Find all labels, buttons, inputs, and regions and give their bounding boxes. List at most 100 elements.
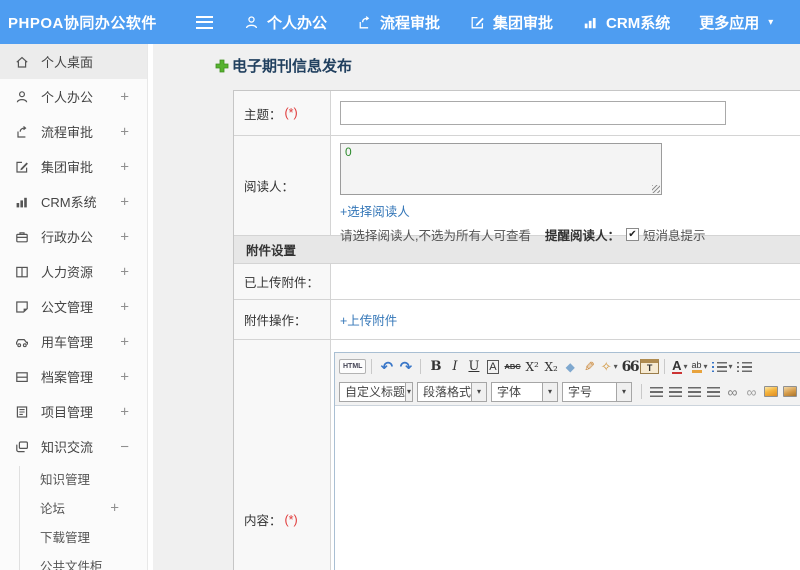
sidebar-subitem-2[interactable]: 论坛 + — [0, 493, 147, 522]
quick-format-button[interactable]: ✧ ▾ — [599, 357, 620, 377]
sms-checkbox[interactable]: ✔ — [626, 228, 639, 241]
nav-item-label: CRM系统 — [606, 14, 671, 32]
nav-item-5[interactable]: 更多应用 ▾ — [699, 12, 773, 33]
expand-plus-icon[interactable]: + — [120, 158, 129, 175]
align-right-button[interactable] — [685, 382, 704, 402]
expand-plus-icon[interactable]: + — [120, 123, 129, 140]
car-icon — [14, 334, 30, 350]
nav-item-2[interactable]: 流程审批 — [356, 12, 440, 33]
format-painter-icon: ✎ — [583, 358, 595, 374]
person-icon — [243, 14, 260, 31]
sidebar-item-12[interactable]: 知识交流 − — [0, 429, 147, 464]
upload-attachment-link[interactable]: +上传附件 — [340, 310, 800, 329]
sidebar-item-7[interactable]: 人力资源 + — [0, 254, 147, 289]
home-icon — [14, 54, 30, 70]
format-painter-button[interactable]: ✎ — [580, 357, 599, 377]
readers-textarea[interactable]: 0 — [340, 143, 662, 195]
process-icon — [356, 14, 373, 31]
expand-plus-icon[interactable]: + — [110, 499, 119, 516]
blockquote-button[interactable]: 66 — [620, 357, 640, 377]
uploaded-attachments-label: 已上传附件： — [234, 264, 331, 299]
sidebar-item-11[interactable]: 项目管理 + — [0, 394, 147, 429]
superscript-button[interactable]: X² — [523, 357, 542, 377]
menu-toggle-icon[interactable] — [196, 15, 213, 29]
nav-item-3[interactable]: 集团审批 — [469, 12, 553, 33]
ordered-list-button[interactable]: ▾ — [710, 357, 735, 377]
undo-button[interactable]: ↶ — [377, 357, 396, 377]
expand-plus-icon[interactable]: + — [120, 263, 129, 280]
editor-toolbar-row2: 自定义标题 ▾ 段落格式 ▾ 字体 ▾ 字号 ▾ ∞ ∞ — [335, 379, 800, 404]
chevron-down-icon: ▾ — [471, 382, 486, 401]
select-readers-link[interactable]: +选择阅读人 — [340, 201, 800, 220]
italic-button[interactable]: I — [445, 357, 464, 377]
sidebar-subitem-1[interactable]: 知识管理 — [0, 464, 147, 493]
required-mark: (*) — [284, 106, 298, 120]
sidebar-item-4[interactable]: 集团审批 + — [0, 149, 147, 184]
archive-icon — [14, 369, 30, 385]
font-size-select[interactable]: 字号 ▾ — [562, 381, 632, 402]
expand-plus-icon[interactable]: + — [120, 228, 129, 245]
expand-plus-icon[interactable]: + — [120, 88, 129, 105]
required-mark: (*) — [284, 512, 298, 527]
nav-item-1[interactable]: 个人办公 — [243, 12, 327, 33]
sidebar-item-2[interactable]: 个人办公 + — [0, 79, 147, 114]
sidebar-item-5[interactable]: CRM系统 + — [0, 184, 147, 219]
collapse-minus-icon[interactable]: − — [120, 438, 129, 455]
expand-plus-icon[interactable]: + — [120, 298, 129, 315]
chevron-down-icon: ▾ — [542, 382, 557, 401]
align-left-button[interactable] — [647, 382, 666, 402]
html-source-icon: HTML — [343, 363, 363, 370]
remove-format-button[interactable]: ◆ — [561, 357, 580, 377]
sidebar-item-label: 档案管理 — [41, 370, 94, 385]
nav-item-4[interactable]: CRM系统 — [582, 12, 670, 33]
sidebar-item-6[interactable]: 行政办公 + — [0, 219, 147, 254]
justify-button[interactable] — [704, 382, 723, 402]
sidebar-item-3[interactable]: 流程审批 + — [0, 114, 147, 149]
book-icon — [14, 264, 30, 280]
chart-icon — [14, 194, 30, 210]
font-attr-button[interactable]: A — [483, 357, 502, 377]
sidebar-item-10[interactable]: 档案管理 + — [0, 359, 147, 394]
sidebar-subitem-4[interactable]: 公共文件柜 — [0, 551, 147, 570]
heading-select[interactable]: 自定义标题 ▾ — [339, 381, 413, 402]
font-color-button[interactable]: A ▾ — [670, 357, 689, 377]
align-center-button[interactable] — [666, 382, 685, 402]
quick-format-icon: ✧ — [600, 358, 612, 374]
expand-plus-icon[interactable]: + — [120, 193, 129, 210]
font-family-select-label: 字体 — [497, 385, 522, 399]
top-nav: 个人办公 流程审批 集团审批 CRM系统 更多应用 ▾ — [243, 12, 800, 33]
highlight-button[interactable]: ab ▾ — [690, 357, 710, 377]
link-button[interactable]: ∞ — [723, 382, 742, 402]
align-left-icon — [650, 386, 663, 397]
readers-row: 阅读人： 0 +选择阅读人 请选择阅读人,不选为所有人可查看 提醒阅读人： ✔ … — [234, 136, 800, 243]
font-family-select[interactable]: 字体 ▾ — [491, 381, 558, 402]
unlink-button[interactable]: ∞ — [742, 382, 761, 402]
subject-input[interactable] — [340, 101, 726, 125]
resize-grip-icon[interactable] — [652, 185, 660, 193]
paragraph-select[interactable]: 段落格式 ▾ — [417, 381, 487, 402]
nav-item-label: 个人办公 — [267, 14, 328, 32]
redo-button[interactable]: ↷ — [396, 357, 415, 377]
expand-plus-icon[interactable]: + — [120, 403, 129, 420]
expand-plus-icon[interactable]: + — [120, 333, 129, 350]
expand-plus-icon[interactable]: + — [120, 368, 129, 385]
sidebar-item-8[interactable]: 公文管理 + — [0, 289, 147, 324]
editor-content-area[interactable] — [335, 406, 800, 570]
sidebar-subitem-3[interactable]: 下载管理 — [0, 522, 147, 551]
html-source-button[interactable]: HTML — [339, 359, 367, 374]
sidebar-submenu: 知识管理 论坛 + 下载管理 公共文件柜 — [0, 464, 147, 570]
underline-button[interactable]: U — [464, 357, 483, 377]
align-center-icon — [669, 386, 682, 397]
subscript-icon: X₂ — [544, 359, 558, 374]
strikethrough-button[interactable]: ABC — [502, 357, 522, 377]
unordered-list-button[interactable] — [735, 357, 754, 377]
media-button[interactable] — [780, 382, 799, 402]
publish-form: 主题： (*) 阅读人： 0 +选择阅读人 请选择阅读人,不选为所有人可查看 提… — [233, 90, 800, 570]
sidebar-item-9[interactable]: 用车管理 + — [0, 324, 147, 359]
sidebar-item-1[interactable]: 个人桌面 — [0, 44, 147, 79]
undo-icon: ↶ — [380, 358, 394, 376]
subscript-button[interactable]: X₂ — [542, 357, 561, 377]
image-button[interactable] — [761, 382, 780, 402]
paste-as-text-button[interactable]: T — [640, 359, 660, 374]
bold-button[interactable]: B — [426, 357, 445, 377]
